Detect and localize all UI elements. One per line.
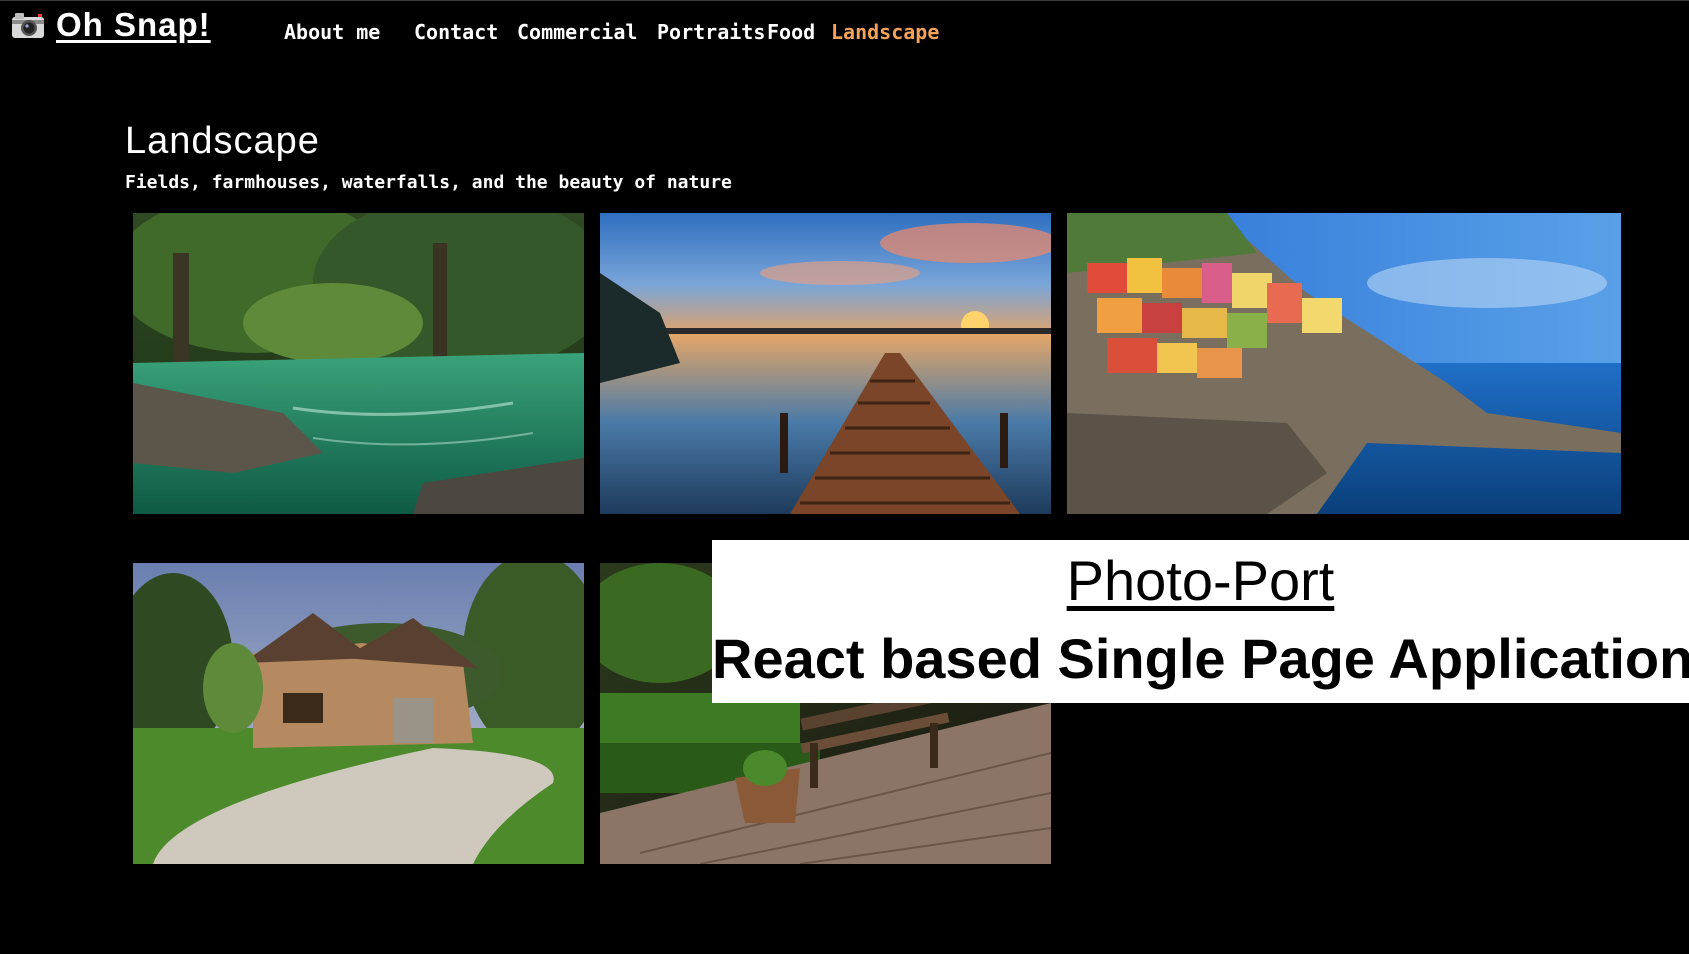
overlay-title: Photo-Port <box>1066 549 1335 612</box>
page-subtitle: Fields, farmhouses, waterfalls, and the … <box>125 172 732 193</box>
page-title: Landscape <box>125 120 320 162</box>
top-border <box>0 0 1689 1</box>
photo-lake-pier-sunset[interactable] <box>600 213 1051 514</box>
nav-landscape[interactable]: Landscape <box>831 20 939 44</box>
photo-green-river-forest[interactable] <box>133 213 584 514</box>
camera-icon <box>10 10 46 40</box>
nav-contact[interactable]: Contact <box>414 20 517 44</box>
nav-about-me[interactable]: About me <box>284 20 414 44</box>
photo-stone-farmhouse-lawn[interactable] <box>133 563 584 864</box>
main-nav: About me Contact Commercial Portraits Fo… <box>284 20 939 44</box>
photo-cliffside-village-sea[interactable] <box>1067 213 1621 514</box>
overlay-subtitle: React based Single Page Application <box>712 627 1689 690</box>
nav-portraits[interactable]: Portraits <box>657 20 767 44</box>
brand-link[interactable]: Oh Snap! <box>10 6 211 44</box>
brand-title: Oh Snap! <box>56 6 211 43</box>
project-overlay-banner: Photo-Port React based Single Page Appli… <box>712 540 1689 703</box>
nav-food[interactable]: Food <box>767 20 831 44</box>
nav-commercial[interactable]: Commercial <box>517 20 657 44</box>
